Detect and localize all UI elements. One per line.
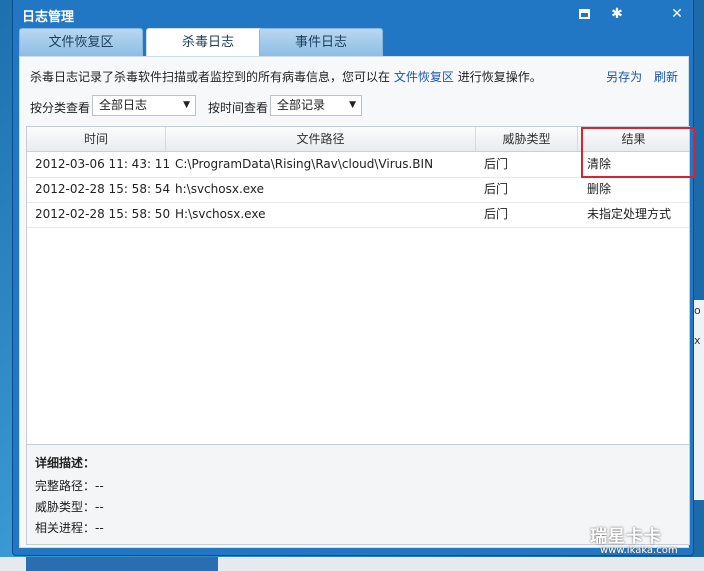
log-manager-window: 日志管理 ✱ ✕ 文件恢复区 杀毒日志 事件日志 杀毒日志记录了杀毒软件扫描或者… — [12, 0, 695, 556]
gear-icon: ✱ — [611, 6, 623, 22]
column-header-time[interactable]: 时间 — [27, 127, 166, 151]
cell-type: 后门 — [484, 207, 509, 221]
filter-bar: 按分类查看 全部日志 ▼ 按时间查看 全部记录 ▼ — [30, 95, 670, 117]
action-links: 另存为 刷新 — [598, 68, 678, 85]
refresh-link[interactable]: 刷新 — [654, 70, 678, 84]
category-select[interactable]: 全部日志 ▼ — [92, 95, 196, 116]
detail-title: 详细描述： — [35, 456, 96, 470]
window-title: 日志管理 — [22, 10, 75, 25]
tab-bar: 文件恢复区 杀毒日志 事件日志 — [19, 28, 689, 57]
detail-process: 相关进程：-- — [35, 521, 104, 535]
settings-button[interactable]: ✱ — [607, 4, 627, 24]
close-icon: ✕ — [671, 6, 683, 22]
background-window-fragment: o x — [693, 300, 704, 500]
info-text: 杀毒日志记录了杀毒软件扫描或者监控到的所有病毒信息，您可以在 文件恢复区 进行恢… — [30, 70, 542, 84]
minimize-button[interactable] — [574, 4, 594, 24]
cell-result: 删除 — [587, 182, 612, 196]
watermark-url: www.ikaka.com — [600, 545, 678, 556]
table-row[interactable]: 2012-02-28 15: 58: 54 h:\svchosx.exe 后门 … — [27, 177, 689, 203]
desktop-background-right: o x — [693, 0, 704, 571]
antivirus-log-panel: 杀毒日志记录了杀毒软件扫描或者监控到的所有病毒信息，您可以在 文件恢复区 进行恢… — [19, 56, 695, 548]
cell-path: C:\ProgramData\Rising\Rav\cloud\Virus.BI… — [175, 157, 434, 171]
cell-result: 未指定处理方式 — [587, 207, 672, 221]
detail-full-path: 完整路径：-- — [35, 479, 104, 493]
tab-file-recovery[interactable]: 文件恢复区 — [19, 28, 143, 56]
detail-threat-type: 威胁类型：-- — [35, 500, 104, 514]
watermark-brand: 瑞星卡卡 — [590, 527, 662, 547]
time-filter-label: 按时间查看 — [208, 101, 269, 115]
cell-path: h:\svchosx.exe — [175, 182, 265, 196]
cell-time: 2012-02-28 15: 58: 50 — [35, 207, 171, 221]
cell-path: H:\svchosx.exe — [175, 207, 266, 221]
dropdown-arrow-icon: ▼ — [183, 100, 190, 110]
minimize-icon — [578, 9, 590, 19]
time-select[interactable]: 全部记录 ▼ — [270, 95, 362, 116]
cell-type: 后门 — [484, 182, 509, 196]
tab-event-log[interactable]: 事件日志 — [259, 28, 383, 56]
save-as-link[interactable]: 另存为 — [606, 70, 642, 84]
cell-time: 2012-03-06 11: 43: 11 — [35, 157, 171, 171]
dropdown-arrow-icon: ▼ — [349, 100, 356, 110]
column-header-path[interactable]: 文件路径 — [166, 127, 476, 151]
category-filter-label: 按分类查看 — [30, 101, 91, 115]
result-column-highlight — [581, 127, 695, 178]
cell-type: 后门 — [484, 157, 509, 171]
watermark-logo: 瑞星卡卡 www.ikaka.com — [576, 520, 694, 560]
log-table: 时间 文件路径 威胁类型 结果 2012-03-06 11: 43: 11 C:… — [26, 126, 695, 445]
cell-time: 2012-02-28 15: 58: 54 — [35, 182, 171, 196]
close-button[interactable]: ✕ — [667, 4, 687, 24]
tab-antivirus-log[interactable]: 杀毒日志 — [146, 28, 270, 57]
table-row[interactable]: 2012-02-28 15: 58: 50 H:\svchosx.exe 后门 … — [27, 202, 689, 228]
title-bar[interactable]: 日志管理 ✱ ✕ — [13, 0, 693, 28]
file-recovery-link[interactable]: 文件恢复区 — [394, 70, 454, 84]
column-header-type[interactable]: 威胁类型 — [476, 127, 578, 151]
